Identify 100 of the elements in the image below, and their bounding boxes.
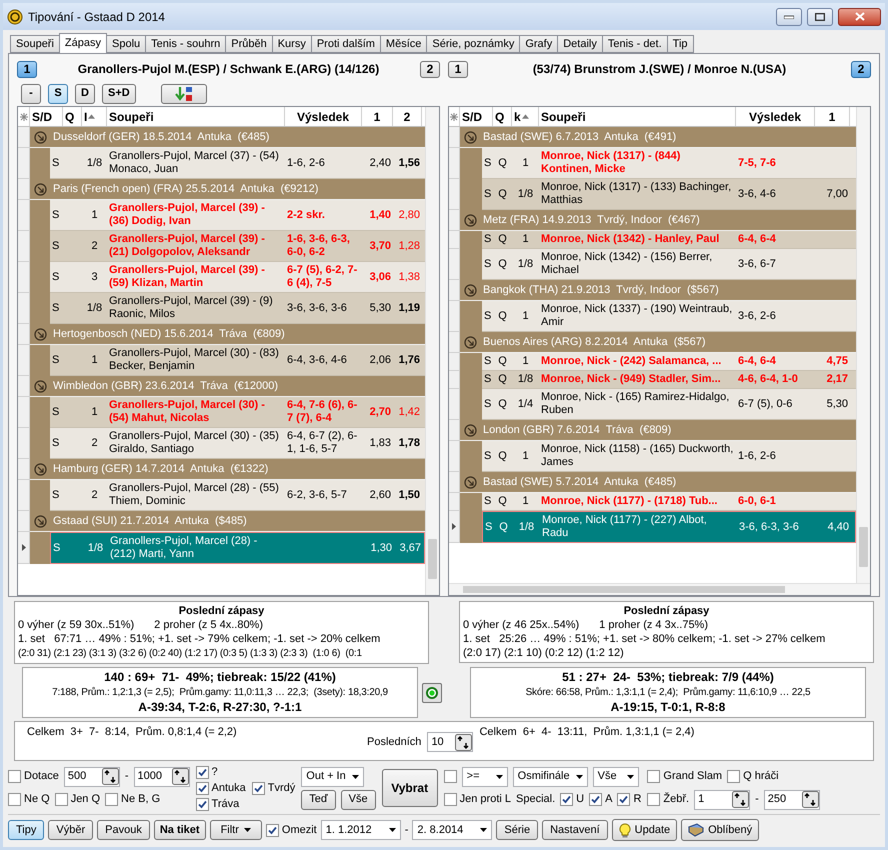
- match-row[interactable]: S 1 Granollers-Pujol, Marcel (30) - (54) Mahut, Nicolas 6-4, 7-6 (6), 6-7 (7), 6-4 2,70 1,42: [50, 397, 425, 428]
- checkbox[interactable]: [8, 770, 21, 783]
- match-row[interactable]: S Q 1 Monroe, Nick (1342) - Hanley, Paul 6-4, 6-4: [482, 231, 856, 249]
- number-field[interactable]: 10: [427, 732, 474, 752]
- circle-arrow-icon[interactable]: [34, 380, 47, 392]
- button[interactable]: Teď: [301, 790, 336, 810]
- number-field[interactable]: 1: [694, 790, 750, 810]
- filter-button[interactable]: S+D: [102, 84, 136, 104]
- match-row[interactable]: S Q 1 Monroe, Nick - (242) Salamanca, ... 6-4, 6-4 4,75: [482, 353, 856, 371]
- circle-arrow-icon[interactable]: [464, 476, 477, 488]
- column-header[interactable]: Q: [493, 107, 512, 126]
- match-row[interactable]: S Q 1/4 Monroe, Nick - (165) Ramirez-Hidalgo, Ruben 6-7 (5), 0-6 5,30: [482, 389, 856, 420]
- scrollbar[interactable]: [856, 107, 870, 583]
- checkbox[interactable]: [647, 793, 660, 806]
- dropdown[interactable]: Osmifinále: [512, 766, 588, 786]
- column-header[interactable]: Q: [63, 107, 82, 126]
- filter-button[interactable]: D: [75, 84, 95, 104]
- button[interactable]: Na tiket: [154, 820, 206, 840]
- row-selector[interactable]: [449, 511, 460, 543]
- circle-arrow-icon[interactable]: [34, 462, 47, 476]
- spin-icon[interactable]: [172, 768, 189, 785]
- column-header[interactable]: S/D: [30, 107, 63, 126]
- checkbox[interactable]: [196, 798, 209, 810]
- row-selector[interactable]: [18, 532, 30, 564]
- number-field[interactable]: 500: [64, 766, 120, 786]
- checkbox[interactable]: [647, 770, 660, 783]
- button[interactable]: Tipy: [8, 820, 44, 840]
- checkbox[interactable]: [105, 793, 118, 806]
- menu-button[interactable]: Filtr: [210, 820, 262, 840]
- match-row[interactable]: S Q 1/8 Monroe, Nick (1317) - (133) Bachinger, Matthias 3-6, 4-6 7,00: [482, 179, 856, 210]
- circle-arrow-icon[interactable]: [34, 182, 47, 196]
- column-header[interactable]: Výsledek: [736, 107, 815, 126]
- checkbox[interactable]: [252, 782, 265, 794]
- horizontal-scrollbar[interactable]: [449, 583, 870, 595]
- circle-arrow-icon[interactable]: [464, 336, 477, 348]
- checkbox[interactable]: [727, 770, 740, 783]
- tab[interactable]: Série, poznámky: [426, 35, 520, 53]
- tab[interactable]: Spolu: [106, 35, 146, 53]
- match-row[interactable]: S 1/8 Granollers-Pujol, Marcel (28) - (212) Marti, Yann 1,30 3,67: [50, 532, 425, 564]
- maximize-button[interactable]: [807, 8, 833, 26]
- checkbox[interactable]: [560, 793, 574, 806]
- circle-arrow-icon[interactable]: [34, 130, 47, 144]
- checkbox[interactable]: [266, 824, 279, 836]
- filter-button[interactable]: S: [48, 84, 68, 104]
- date-picker[interactable]: 1. 1.2012: [320, 820, 401, 840]
- column-header[interactable]: Výsledek: [285, 107, 362, 126]
- column-header[interactable]: I: [82, 107, 107, 126]
- circle-arrow-icon[interactable]: [34, 514, 47, 528]
- dropdown[interactable]: >=: [462, 766, 508, 786]
- match-row[interactable]: S 2 Granollers-Pujol, Marcel (28) - (55) Thiem, Dominic 6-2, 3-6, 5-7 2,60 1,50: [50, 480, 425, 511]
- player-button[interactable]: 2: [851, 60, 871, 78]
- circle-arrow-icon[interactable]: [464, 214, 477, 226]
- spin-icon[interactable]: [732, 791, 750, 808]
- column-header[interactable]: 1: [815, 107, 850, 126]
- tab[interactable]: Tip: [666, 35, 694, 53]
- tab[interactable]: Soupeři: [10, 35, 60, 53]
- match-row[interactable]: S Q 1 Monroe, Nick (1317) - (844) Kontinen, Micke 7-5, 7-6: [482, 148, 856, 179]
- button[interactable]: Nastavení: [542, 820, 608, 840]
- match-row[interactable]: S Q 1/8 Monroe, Nick (1342) - (156) Berrer, Michael 3-6, 6-7: [482, 249, 856, 280]
- match-row[interactable]: S 2 Granollers-Pujol, Marcel (30) - (35) Giraldo, Santiago 6-4, 6-7 (2), 6-1, 1-6, 5-7 1,83 1,78: [50, 428, 425, 459]
- number-field[interactable]: 250: [764, 790, 820, 810]
- column-header[interactable]: 2: [393, 107, 422, 126]
- match-row[interactable]: S Q 1 Monroe, Nick (1177) - (1718) Tub... 6-0, 6-1: [482, 493, 856, 511]
- column-header[interactable]: S/D: [460, 107, 493, 126]
- circle-arrow-icon[interactable]: [464, 424, 477, 436]
- spin-icon[interactable]: [102, 768, 119, 785]
- checkbox[interactable]: [444, 793, 457, 806]
- player-button[interactable]: 2: [420, 60, 440, 78]
- spin-icon[interactable]: [455, 734, 472, 750]
- column-header[interactable]: Soupeři: [107, 107, 285, 126]
- tab[interactable]: Grafy: [519, 35, 558, 53]
- tab[interactable]: Zápasy: [58, 33, 107, 53]
- minimize-button[interactable]: [776, 8, 802, 26]
- checkbox[interactable]: [444, 770, 457, 783]
- dropdown[interactable]: Vše: [592, 766, 639, 786]
- checkbox[interactable]: [589, 793, 602, 806]
- number-field[interactable]: 1000: [134, 766, 190, 786]
- target-button[interactable]: [422, 682, 442, 702]
- match-row[interactable]: S Q 1/8 Monroe, Nick (1177) - (227) Albot, Radu 3-6, 6-3, 3-6 4,40: [482, 511, 856, 543]
- match-row[interactable]: S Q 1 Monroe, Nick (1337) - (190) Weintraub, Amir 3-6, 2-6: [482, 301, 856, 332]
- tab[interactable]: Tenis - souhrn: [145, 35, 226, 53]
- player-button[interactable]: 1: [17, 60, 37, 78]
- checkbox[interactable]: [617, 793, 630, 806]
- dropdown[interactable]: Out + In: [301, 766, 364, 786]
- match-row[interactable]: S Q 1/8 Monroe, Nick - (949) Stadler, Sim... 4-6, 6-4, 1-0 2,17: [482, 371, 856, 389]
- button[interactable]: Vše: [340, 790, 376, 810]
- tab[interactable]: Měsíce: [380, 35, 428, 53]
- circle-arrow-icon[interactable]: [464, 130, 477, 144]
- date-picker[interactable]: 2. 8.2014: [412, 820, 492, 840]
- spin-icon[interactable]: [802, 791, 819, 808]
- sort-button[interactable]: [160, 84, 207, 104]
- button[interactable]: Výběr: [48, 820, 94, 840]
- button[interactable]: Pavouk: [97, 820, 150, 840]
- scrollbar[interactable]: [425, 107, 439, 595]
- column-header[interactable]: k: [512, 107, 539, 126]
- tab[interactable]: Proti dalším: [310, 35, 381, 53]
- match-row[interactable]: S 2 Granollers-Pujol, Marcel (39) - (21) Dolgopolov, Aleksandr 1-6, 3-6, 6-3, 6-0, 6-2 3,70 1,28: [50, 231, 425, 262]
- checkbox[interactable]: [54, 793, 68, 806]
- match-row[interactable]: S 1/8 Granollers-Pujol, Marcel (37) - (54) Monaco, Juan 1-6, 2-6 2,40 1,56: [50, 148, 425, 179]
- checkbox[interactable]: [8, 793, 21, 806]
